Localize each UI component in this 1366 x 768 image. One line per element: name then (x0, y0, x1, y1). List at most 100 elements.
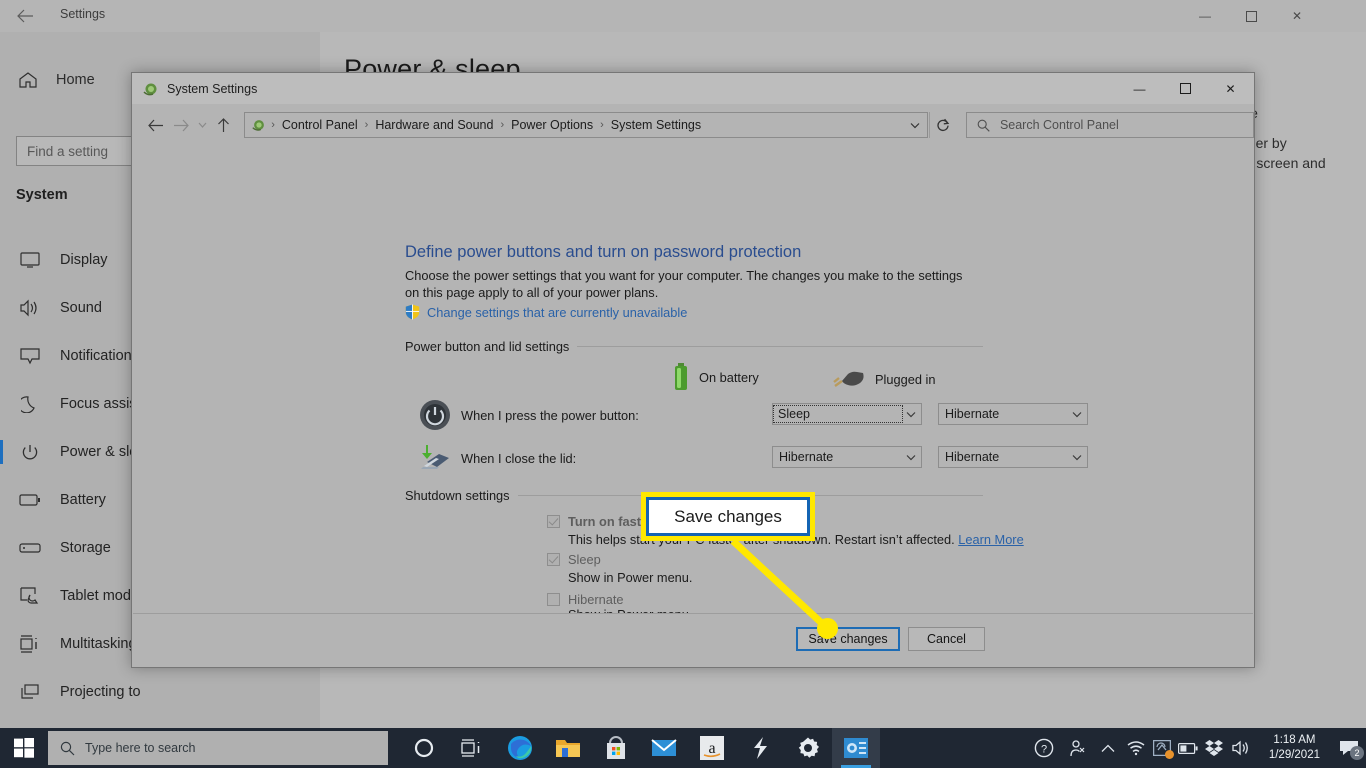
chevron-down-icon[interactable] (1067, 404, 1087, 424)
chevron-down-icon[interactable] (901, 404, 921, 424)
chevron-down-icon[interactable] (903, 113, 927, 137)
amazon-icon[interactable]: a (688, 728, 736, 768)
tablet-icon (18, 584, 42, 608)
search-input[interactable]: Search Control Panel (965, 112, 1254, 138)
battery-icon (673, 363, 689, 391)
sidebar-item-label: Sound (60, 300, 102, 316)
sidebar-item-label: Tablet mode (60, 588, 139, 604)
sidebar-item-projecting-to[interactable]: Projecting to (0, 668, 320, 716)
multitasking-icon (18, 632, 42, 656)
sidebar-item-label: Notifications (60, 348, 139, 364)
chevron-down-icon[interactable] (901, 447, 921, 467)
task-view-icon[interactable] (448, 728, 496, 768)
breadcrumb-item-control-panel[interactable]: Control Panel (279, 118, 361, 132)
combo-power-button-on-battery[interactable]: Sleep (772, 403, 922, 425)
onedrive-sync-icon[interactable] (1149, 728, 1175, 768)
show-hidden-icons-icon[interactable] (1093, 728, 1123, 768)
home-icon (18, 71, 38, 89)
notification-count-badge: 2 (1350, 746, 1364, 760)
up-arrow-icon[interactable] (211, 112, 236, 138)
taskbar: Type here to search a ? 1:18 AM 1/29/202… (0, 728, 1366, 768)
checkbox-box[interactable] (547, 553, 560, 566)
breadcrumb[interactable]: › Control Panel › Hardware and Sound › P… (244, 112, 928, 138)
help-circle-icon[interactable]: ? (1027, 728, 1061, 768)
file-explorer-icon[interactable] (544, 728, 592, 768)
dialog-heading: Define power buttons and turn on passwor… (405, 243, 802, 261)
save-changes-button[interactable]: Save changes (796, 627, 900, 651)
sound-icon (18, 296, 42, 320)
dialog-description: Choose the power settings that you want … (405, 268, 963, 300)
dialog-close-button[interactable]: ✕ (1208, 73, 1253, 104)
cortana-icon[interactable] (400, 728, 448, 768)
dropbox-icon[interactable] (1201, 728, 1227, 768)
dialog-minimize-button[interactable]: — (1117, 73, 1162, 104)
uac-shield-icon (405, 304, 420, 320)
sidebar-item-label: Battery (60, 492, 106, 508)
control-panel-icon (251, 117, 267, 133)
column-label-plugged-in: Plugged in (875, 371, 936, 387)
breadcrumb-item-system-settings[interactable]: System Settings (608, 118, 704, 132)
back-arrow-icon[interactable] (144, 112, 169, 138)
sidebar-item-label: Projecting to (60, 684, 141, 700)
cancel-button[interactable]: Cancel (908, 627, 985, 651)
people-icon[interactable] (1061, 728, 1093, 768)
control-panel-icon (142, 80, 160, 98)
storage-icon (18, 536, 42, 560)
sidebar-item-label: Multitasking (60, 636, 137, 652)
combo-close-lid-plugged-in[interactable]: Hibernate (938, 446, 1088, 468)
combo-power-button-plugged-in[interactable]: Hibernate (938, 403, 1088, 425)
settings-maximize-button[interactable] (1228, 0, 1274, 32)
settings-gear-icon[interactable] (784, 728, 832, 768)
find-a-setting-placeholder: Find a setting (27, 143, 109, 159)
power-button-icon (419, 399, 451, 431)
checkbox-box[interactable] (547, 593, 560, 606)
chevron-down-icon[interactable] (194, 112, 211, 138)
search-icon (60, 741, 75, 756)
microsoft-edge-icon[interactable] (496, 728, 544, 768)
checkbox-label: Hibernate (568, 592, 624, 607)
breadcrumb-separator: › (500, 119, 505, 131)
refresh-icon[interactable] (928, 112, 956, 138)
dialog-titlebar[interactable]: System Settings — ✕ (132, 73, 1254, 104)
control-panel-taskbar-icon[interactable] (832, 728, 880, 768)
change-settings-link[interactable]: Change settings that are currently unava… (405, 304, 687, 320)
checkbox-box[interactable] (547, 515, 560, 528)
checkbox-hibernate[interactable]: Hibernate (547, 592, 624, 607)
settings-close-button[interactable]: ✕ (1274, 0, 1320, 32)
taskbar-clock[interactable]: 1:18 AM 1/29/2021 (1257, 728, 1332, 768)
change-settings-link-label: Change settings that are currently unava… (427, 304, 688, 320)
microsoft-store-icon[interactable] (592, 728, 640, 768)
settings-minimize-button[interactable]: — (1182, 0, 1228, 32)
projecting-icon (18, 680, 42, 704)
search-placeholder: Search Control Panel (999, 118, 1119, 132)
taskbar-search-placeholder: Type here to search (85, 741, 196, 755)
sidebar-item-label: Focus assist (60, 396, 141, 412)
breadcrumb-item-hardware-and-sound[interactable]: Hardware and Sound (372, 118, 496, 132)
learn-more-link[interactable]: Learn More (958, 532, 1023, 547)
svg-text:a: a (708, 740, 715, 757)
sidebar-item-label: Display (60, 252, 108, 268)
s-app-icon[interactable] (736, 728, 784, 768)
battery-tray-icon[interactable] (1175, 728, 1201, 768)
windows-start-icon[interactable] (0, 728, 48, 768)
laptop-lid-icon (419, 442, 451, 474)
chevron-down-icon[interactable] (1067, 447, 1087, 467)
column-label-on-battery: On battery (699, 369, 759, 385)
action-center-icon[interactable]: 2 (1332, 728, 1366, 768)
row-label-close-lid: When I close the lid: (461, 450, 577, 466)
notifications-icon (18, 344, 42, 368)
dialog-title: System Settings (167, 81, 258, 96)
breadcrumb-item-power-options[interactable]: Power Options (508, 118, 596, 132)
forward-arrow-icon[interactable] (169, 112, 194, 138)
volume-icon[interactable] (1227, 728, 1257, 768)
wifi-icon[interactable] (1123, 728, 1149, 768)
dialog-maximize-button[interactable] (1163, 73, 1208, 104)
combo-close-lid-on-battery[interactable]: Hibernate (772, 446, 922, 468)
column-header-on-battery: On battery (673, 363, 759, 391)
back-arrow-icon[interactable] (8, 5, 42, 27)
mail-icon[interactable] (640, 728, 688, 768)
system-tray: ? 1:18 AM 1/29/2021 2 (1027, 728, 1366, 768)
checkbox-sleep[interactable]: Sleep (547, 552, 601, 567)
taskbar-search-input[interactable]: Type here to search (48, 731, 388, 765)
sleep-description: Show in Power menu. (568, 570, 693, 585)
